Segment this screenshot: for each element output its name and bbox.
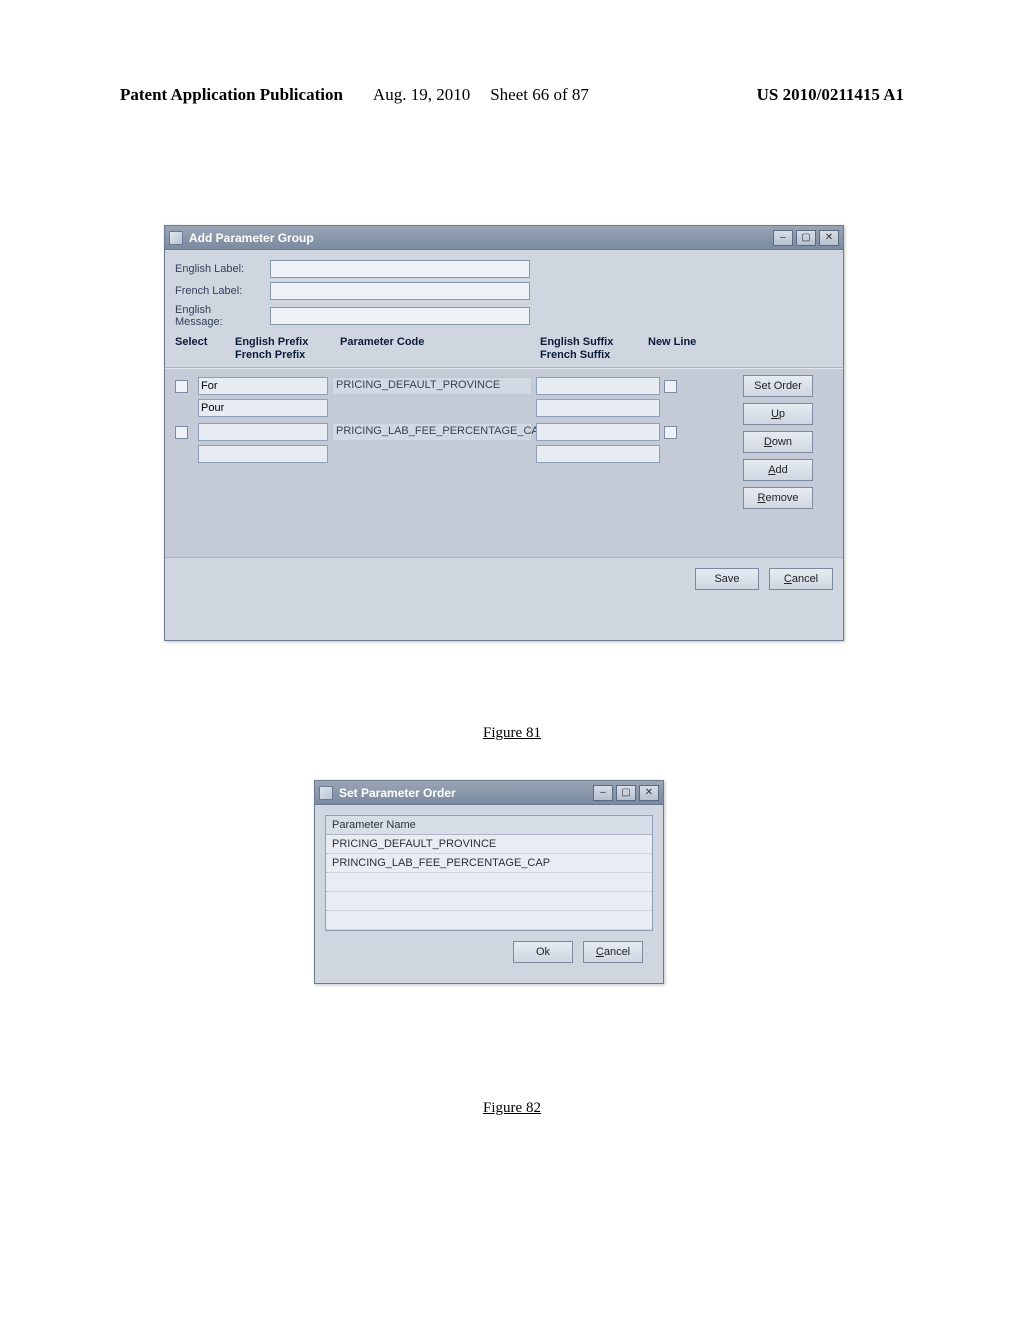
minimize-button[interactable]: – <box>773 230 793 246</box>
ok-button[interactable]: Ok <box>513 941 573 963</box>
column-headers: Select English Prefix French Prefix Para… <box>165 332 843 368</box>
save-button[interactable]: Save <box>695 568 759 590</box>
french-prefix-input[interactable] <box>198 399 328 417</box>
select-checkbox[interactable] <box>175 426 188 439</box>
list-item[interactable] <box>326 892 652 911</box>
add-button[interactable]: Add <box>743 459 813 481</box>
new-line-checkbox[interactable] <box>664 426 677 439</box>
publication-date: Aug. 19, 2010 <box>373 85 470 105</box>
titlebar: Add Parameter Group – ▢ ✕ <box>165 226 843 250</box>
new-line-checkbox[interactable] <box>664 380 677 393</box>
english-message-input[interactable] <box>270 307 530 325</box>
english-prefix-input[interactable] <box>198 423 328 441</box>
dialog-title: Add Parameter Group <box>189 231 314 245</box>
close-button[interactable]: ✕ <box>639 785 659 801</box>
english-suffix-input[interactable] <box>536 377 660 395</box>
add-parameter-group-dialog: Add Parameter Group – ▢ ✕ English Label:… <box>164 225 844 641</box>
publication-label: Patent Application Publication <box>120 85 343 105</box>
parameter-list[interactable]: Parameter Name PRICING_DEFAULT_PROVINCE … <box>325 815 653 931</box>
page-header: Patent Application Publication Aug. 19, … <box>120 85 904 105</box>
list-item[interactable] <box>326 873 652 892</box>
french-suffix-input[interactable] <box>536 445 660 463</box>
french-prefix-input[interactable] <box>198 445 328 463</box>
remove-button[interactable]: Remove <box>743 487 813 509</box>
french-suffix-input[interactable] <box>536 399 660 417</box>
app-icon <box>169 231 183 245</box>
parameter-code-cell: PRICING_LAB_FEE_PERCENTAGE_CAP <box>332 423 532 441</box>
list-item[interactable] <box>326 911 652 930</box>
english-message-label: English Message: <box>175 304 270 328</box>
french-label-input[interactable] <box>270 282 530 300</box>
parameter-code-cell: PRICING_DEFAULT_PROVINCE <box>332 377 532 395</box>
select-checkbox[interactable] <box>175 380 188 393</box>
list-header: Parameter Name <box>326 816 652 835</box>
down-button[interactable]: Down <box>743 431 813 453</box>
sheet-number: Sheet 66 of 87 <box>490 85 589 105</box>
publication-number: US 2010/0211415 A1 <box>757 85 904 105</box>
english-label-label: English Label: <box>175 263 270 275</box>
cancel-button[interactable]: Cancel <box>583 941 643 963</box>
set-parameter-order-dialog: Set Parameter Order – ▢ ✕ Parameter Name… <box>314 780 664 984</box>
up-button[interactable]: Up <box>743 403 813 425</box>
parameter-row: PRICING_DEFAULT_PROVINCE <box>175 375 705 419</box>
close-button[interactable]: ✕ <box>819 230 839 246</box>
cancel-button[interactable]: Cancel <box>769 568 833 590</box>
list-item[interactable]: PRINCING_LAB_FEE_PERCENTAGE_CAP <box>326 854 652 873</box>
minimize-button[interactable]: – <box>593 785 613 801</box>
english-prefix-input[interactable] <box>198 377 328 395</box>
french-label-label: French Label: <box>175 285 270 297</box>
parameter-row: PRICING_LAB_FEE_PERCENTAGE_CAP <box>175 421 705 465</box>
dialog-title: Set Parameter Order <box>339 786 456 800</box>
figure-82-caption: Figure 82 <box>0 1100 1024 1117</box>
list-item[interactable]: PRICING_DEFAULT_PROVINCE <box>326 835 652 854</box>
maximize-button[interactable]: ▢ <box>796 230 816 246</box>
english-suffix-input[interactable] <box>536 423 660 441</box>
english-label-input[interactable] <box>270 260 530 278</box>
maximize-button[interactable]: ▢ <box>616 785 636 801</box>
figure-81-caption: Figure 81 <box>0 725 1024 742</box>
set-order-button[interactable]: Set Order <box>743 375 813 397</box>
titlebar: Set Parameter Order – ▢ ✕ <box>315 781 663 805</box>
app-icon <box>319 786 333 800</box>
